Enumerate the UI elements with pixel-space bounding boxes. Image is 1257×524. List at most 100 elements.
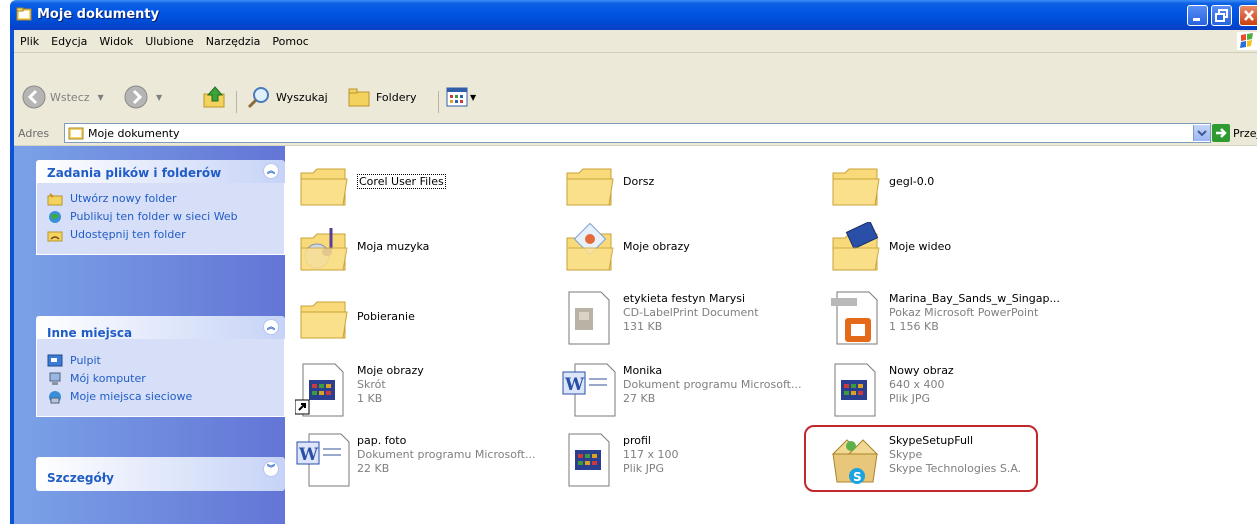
collapse-chevron-icon[interactable]: ︽ xyxy=(263,163,279,179)
menu-widok[interactable]: Widok xyxy=(93,30,139,48)
file-size: 1 KB xyxy=(357,392,383,405)
address-value: Moje dokumenty xyxy=(88,127,180,140)
file-item[interactable]: Moje wideo xyxy=(827,222,1067,286)
file-name: Monika xyxy=(623,364,663,377)
file-size: Plik JPG xyxy=(889,392,931,405)
file-item[interactable]: Moja muzyka xyxy=(295,222,535,286)
forward-button[interactable]: ▼ xyxy=(124,81,162,113)
title-bar: Moje dokumenty xyxy=(10,0,1257,30)
file-size: 27 KB xyxy=(623,392,656,405)
folder-icon xyxy=(832,168,880,206)
file-item[interactable]: gegl-0.0 xyxy=(827,157,1067,221)
file-name: etykieta festyn Marysi xyxy=(623,292,746,305)
back-dropdown-icon[interactable]: ▼ xyxy=(98,93,104,102)
views-dropdown-icon[interactable]: ▼ xyxy=(470,93,476,102)
folders-button[interactable]: Foldery xyxy=(346,81,417,113)
back-button[interactable]: Wstecz ▼ xyxy=(22,81,104,113)
computer-icon xyxy=(49,372,61,385)
pictures-folder-icon xyxy=(566,222,614,271)
toolbar-separator xyxy=(236,91,237,113)
file-name: Moje obrazy xyxy=(357,364,424,377)
menu-plik[interactable]: Plik xyxy=(14,30,45,48)
task-share-folder[interactable]: Udostępnij ten folder xyxy=(47,228,274,242)
menu-pomoc[interactable]: Pomoc xyxy=(266,30,314,48)
task-label: Utwórz nowy folder xyxy=(70,192,177,205)
expand-chevron-icon[interactable]: ︾ xyxy=(263,461,279,477)
go-button[interactable] xyxy=(1212,124,1230,142)
file-item[interactable]: Marina_Bay_Sands_w_Singap... Pokaz Micro… xyxy=(827,290,1067,354)
up-folder-button[interactable] xyxy=(202,81,228,113)
search-button[interactable]: Wyszukaj xyxy=(246,81,328,113)
file-item[interactable]: W pap. foto Dokument programu Microsoft.… xyxy=(295,432,555,496)
folders-icon xyxy=(348,88,370,107)
windows-logo-icon xyxy=(1237,32,1257,50)
panel-title: Zadania plików i folderów xyxy=(47,166,222,180)
task-label: Udostępnij ten folder xyxy=(70,228,186,241)
place-label: Mój komputer xyxy=(70,372,146,385)
collapse-chevron-icon[interactable]: ︽ xyxy=(263,319,279,335)
file-item[interactable]: Pobieranie xyxy=(295,290,535,354)
close-button[interactable] xyxy=(1239,5,1257,26)
word-document-icon: W xyxy=(296,433,350,487)
minimize-icon xyxy=(1193,18,1200,21)
file-item[interactable]: Corel User Files xyxy=(295,157,535,221)
search-icon xyxy=(247,87,269,109)
file-item[interactable]: etykieta festyn Marysi CD-LabelPrint Doc… xyxy=(561,290,801,354)
forward-dropdown-icon[interactable]: ▼ xyxy=(156,93,162,102)
address-dropdown-button[interactable] xyxy=(1193,125,1210,141)
file-type: 117 x 100 xyxy=(623,448,679,461)
chevron-down-icon xyxy=(1197,130,1207,137)
file-item[interactable]: Nowy obraz 640 x 400 Plik JPG xyxy=(827,362,1067,426)
file-size: 22 KB xyxy=(357,462,390,475)
other-places-header[interactable]: Inne miejsca ︽ xyxy=(36,316,285,340)
details-panel: Szczegóły ︾ xyxy=(36,457,285,491)
shared-folder-icon xyxy=(47,231,63,242)
file-name: Marina_Bay_Sands_w_Singap... xyxy=(889,292,1060,305)
file-name: Nowy obraz xyxy=(889,364,954,377)
place-desktop[interactable]: Pulpit xyxy=(47,354,274,368)
file-tasks-body: Utwórz nowy folder Publikuj ten folder w… xyxy=(36,183,285,255)
address-label: Adres xyxy=(18,127,50,140)
file-tasks-header[interactable]: Zadania plików i folderów ︽ xyxy=(36,160,285,183)
go-label[interactable]: Przejdź xyxy=(1233,127,1257,140)
music-folder-icon xyxy=(300,228,348,271)
task-publish-web[interactable]: Publikuj ten folder w sieci Web xyxy=(47,210,274,224)
file-item[interactable]: Moje obrazy Skrót 1 KB xyxy=(295,362,535,426)
file-item[interactable]: Dorsz xyxy=(561,157,801,221)
annotation-highlight xyxy=(804,425,1038,492)
my-documents-icon xyxy=(68,127,84,140)
file-size: Plik JPG xyxy=(623,462,665,475)
minimize-button[interactable] xyxy=(1187,5,1208,26)
file-type: Dokument programu Microsoft... xyxy=(357,448,536,461)
file-name: Moja muzyka xyxy=(357,240,430,253)
task-new-folder[interactable]: Utwórz nowy folder xyxy=(47,192,274,206)
menu-ulubione[interactable]: Ulubione xyxy=(139,30,200,48)
word-document-icon: W xyxy=(562,363,616,417)
file-item[interactable]: Moje obrazy xyxy=(561,222,801,286)
folder-window-icon xyxy=(16,7,32,21)
file-type: Pokaz Microsoft PowerPoint xyxy=(889,306,1039,319)
globe-icon xyxy=(49,211,61,223)
place-network[interactable]: Moje miejsca sieciowe xyxy=(47,390,274,404)
views-button[interactable]: ▼ xyxy=(446,81,476,113)
window-title: Moje dokumenty xyxy=(37,7,160,22)
details-header[interactable]: Szczegóły ︾ xyxy=(36,457,285,491)
menu-narzedzia[interactable]: Narzędzia xyxy=(200,30,267,48)
place-label: Moje miejsca sieciowe xyxy=(70,390,193,403)
file-name: Dorsz xyxy=(623,175,655,188)
svg-text:W: W xyxy=(298,445,319,465)
menu-bar: Plik Edycja Widok Ulubione Narzędzia Pomoc xyxy=(14,30,1257,53)
network-places-icon xyxy=(49,391,61,404)
close-icon xyxy=(1244,10,1254,21)
restore-button[interactable] xyxy=(1211,5,1232,26)
menu-edycja[interactable]: Edycja xyxy=(45,30,93,48)
file-item[interactable]: W Monika Dokument programu Microsoft... … xyxy=(561,362,801,426)
file-name: Corel User Files xyxy=(357,174,446,189)
file-name: profil xyxy=(623,434,651,447)
place-my-computer[interactable]: Mój komputer xyxy=(47,372,274,386)
file-item[interactable]: profil 117 x 100 Plik JPG xyxy=(561,432,801,496)
address-field[interactable]: Moje dokumenty xyxy=(64,123,1211,143)
desktop-icon xyxy=(47,354,63,367)
folder-icon xyxy=(566,168,614,206)
powerpoint-icon xyxy=(831,291,878,345)
